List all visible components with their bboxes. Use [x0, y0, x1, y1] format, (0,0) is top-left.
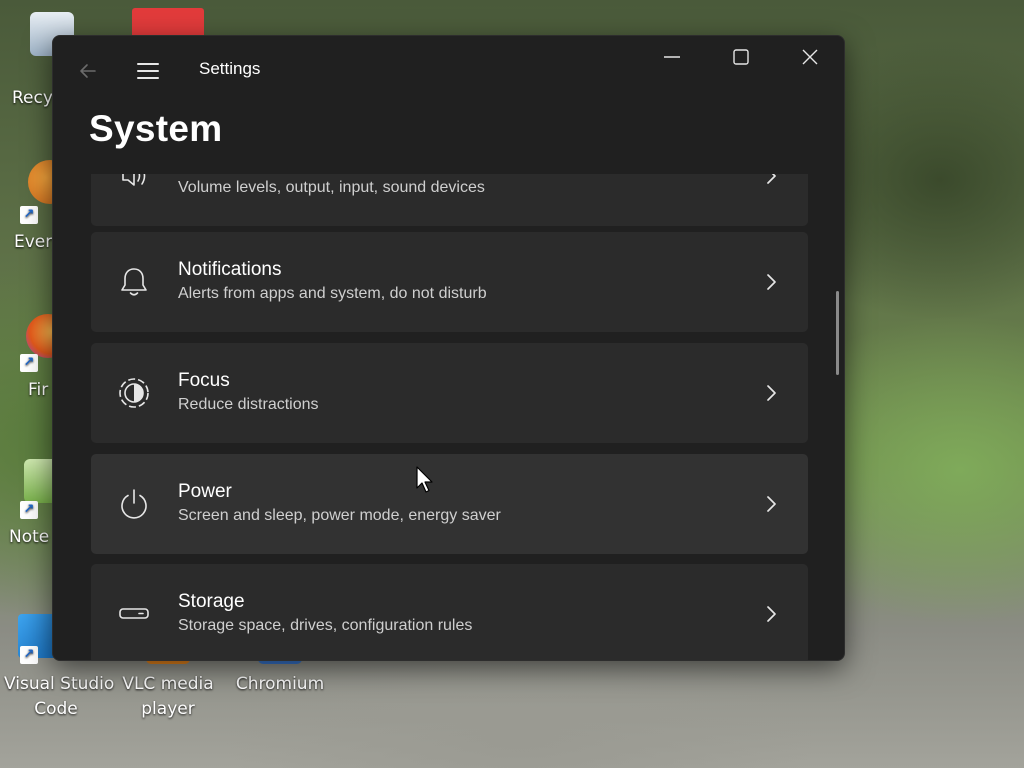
chevron-right-icon	[767, 274, 776, 290]
close-button[interactable]	[777, 40, 841, 80]
settings-item-power[interactable]: Power Screen and sleep, power mode, ener…	[91, 454, 808, 554]
title-bar[interactable]: Settings	[53, 36, 844, 106]
mouse-cursor-icon	[416, 466, 433, 493]
hamburger-icon-line	[137, 70, 159, 72]
close-icon	[802, 49, 818, 65]
desktop-icon-label: Recy	[12, 88, 53, 108]
back-button[interactable]	[73, 58, 103, 84]
hamburger-icon-line	[137, 77, 159, 79]
settings-item-subtitle: Storage space, drives, configuration rul…	[178, 617, 473, 634]
vertical-scrollbar[interactable]	[836, 291, 839, 375]
chevron-right-icon	[767, 385, 776, 401]
storage-icon	[119, 608, 149, 619]
desktop-icon-label-line1: Visual Studio	[4, 674, 115, 694]
settings-item-title: Storage	[178, 591, 245, 612]
maximize-button[interactable]	[707, 40, 771, 80]
shortcut-arrow-icon: ↗	[20, 206, 38, 224]
chevron-right-icon	[767, 174, 776, 184]
page-title: System	[89, 108, 223, 149]
chevron-right-icon	[767, 496, 776, 512]
settings-item-notifications[interactable]: Notifications Alerts from apps and syste…	[91, 232, 808, 332]
settings-item-subtitle: Volume levels, output, input, sound devi…	[178, 179, 485, 196]
settings-list[interactable]: Volume levels, output, input, sound devi…	[53, 174, 844, 660]
shortcut-arrow-icon: ↗	[20, 501, 38, 519]
bell-icon	[121, 268, 147, 296]
settings-item-subtitle: Reduce distractions	[178, 396, 319, 413]
settings-item-sound[interactable]: Volume levels, output, input, sound devi…	[91, 174, 808, 226]
back-arrow-icon	[80, 64, 96, 78]
desktop-icon-label-line2: Code	[34, 699, 78, 719]
desktop-icon-label-line2: player	[141, 699, 195, 719]
sound-icon	[122, 174, 146, 186]
desktop-icon-app-partial[interactable]	[132, 8, 204, 38]
settings-item-title: Notifications	[178, 259, 282, 280]
shortcut-arrow-icon: ↗	[20, 354, 38, 372]
settings-item-title: Power	[178, 481, 232, 502]
settings-item-subtitle: Screen and sleep, power mode, energy sav…	[178, 507, 501, 524]
settings-item-title: Focus	[178, 370, 230, 391]
chevron-right-icon	[767, 606, 776, 622]
app-title: Settings	[199, 59, 261, 78]
settings-item-subtitle: Alerts from apps and system, do not dist…	[178, 285, 487, 302]
desktop-icon-label-line1: VLC media	[122, 674, 214, 694]
navigation-menu-button[interactable]	[133, 58, 163, 84]
settings-window: Settings System Volume levels, output, i…	[52, 35, 845, 661]
hamburger-icon	[137, 63, 159, 65]
desktop-icon-label: Note	[9, 527, 50, 547]
settings-item-storage[interactable]: Storage Storage space, drives, configura…	[91, 564, 808, 660]
desktop-icon-label: Fir	[28, 380, 49, 400]
focus-icon	[119, 378, 149, 408]
desktop-icon-label: Chromium	[235, 674, 325, 694]
shortcut-arrow-icon: ↗	[20, 646, 38, 664]
minimize-button[interactable]	[639, 40, 703, 80]
maximize-icon	[733, 49, 749, 65]
minimize-icon	[664, 56, 680, 58]
power-icon	[121, 489, 147, 519]
settings-item-focus[interactable]: Focus Reduce distractions	[91, 343, 808, 443]
